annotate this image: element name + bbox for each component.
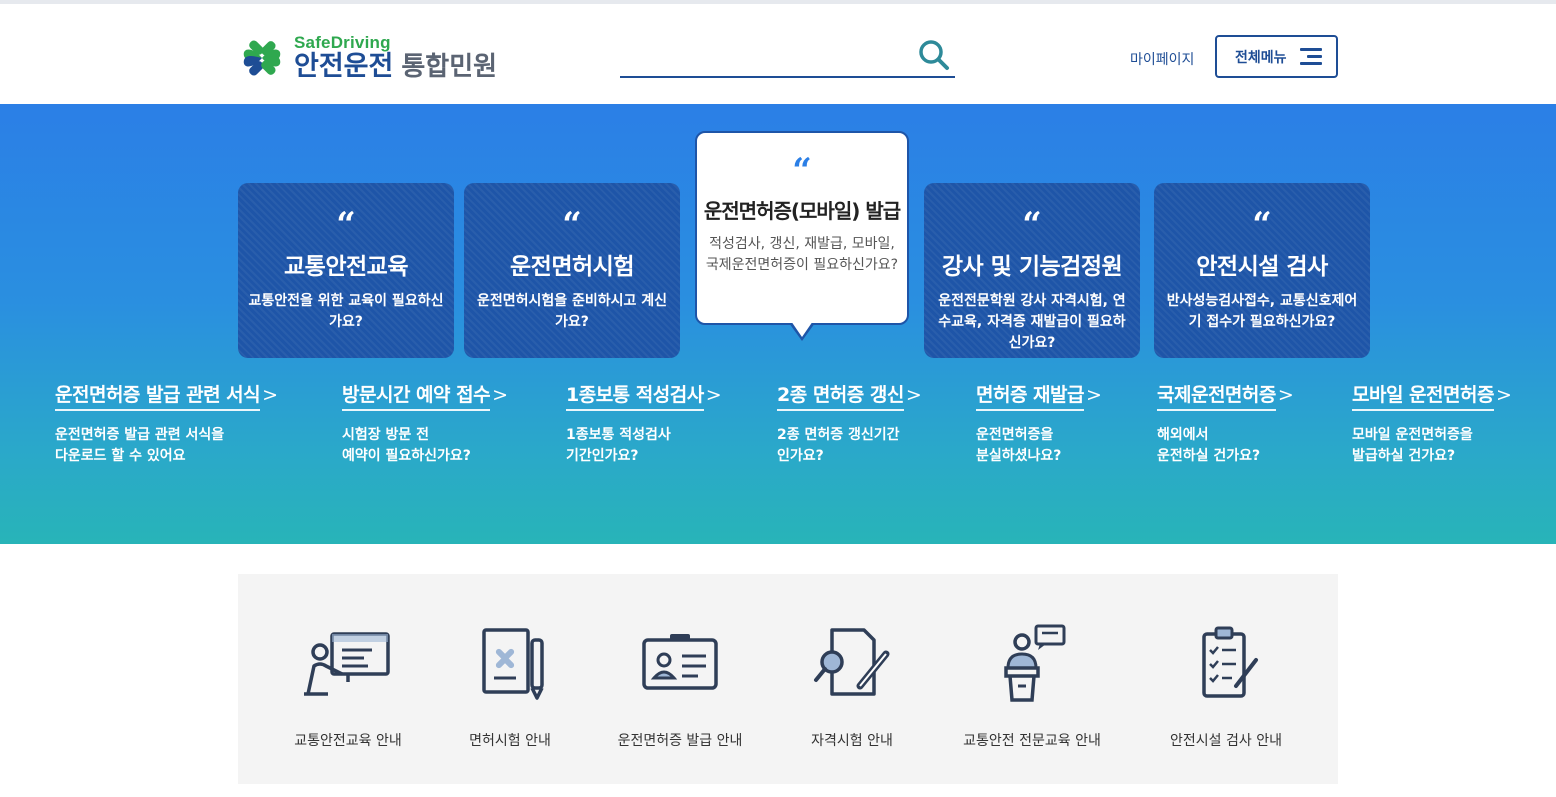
quicklink-desc: 운전면허증을분실하셨나요? — [976, 425, 1102, 467]
quicklink-desc-line: 운전하실 건가요? — [1157, 448, 1261, 464]
quicklink-visit-reservation[interactable]: 방문시간 예약 접수 > 시험장 방문 전예약이 필요하신가요? — [342, 380, 508, 467]
quicklink-title: 2종 면허증 갱신 — [777, 380, 904, 411]
quicklink-desc-line: 예약이 필요하신가요? — [342, 448, 471, 464]
quicklink-desc-line: 해외에서 — [1157, 427, 1209, 443]
quicklink-aptitude-test[interactable]: 1종보통 적성검사 > 1종보통 적성검사 기간인가요? — [566, 380, 722, 467]
quicklink-desc-line: 발급하실 건가요? — [1352, 448, 1456, 464]
quicklink-desc-line: 1종보통 적성검사 — [566, 427, 671, 443]
card-safety-facility[interactable]: “ 안전시설 검사 반사성능검사접수, 교통신호제어기 접수가 필요하신가요? — [1154, 183, 1370, 358]
quicklink-title: 국제운전면허증 — [1157, 380, 1276, 411]
service-label: 교통안전 전문교육 안내 — [963, 733, 1101, 749]
service-expert-education[interactable]: 교통안전 전문교육 안내 — [942, 624, 1122, 750]
quicklink-mobile-license[interactable]: 모바일 운전면허증 > 모바일 운전면허증을발급하실 건가요? — [1352, 380, 1512, 467]
chevron-right-icon: > — [905, 384, 922, 406]
card-desc: 반사성능검사접수, 교통신호제어기 접수가 필요하신가요? — [1166, 293, 1358, 330]
quicklink-desc: 2종 면허증 갱신기간인가요? — [777, 425, 922, 467]
service-label: 면허시험 안내 — [469, 733, 551, 749]
all-menu-button[interactable]: 전체메뉴 — [1215, 35, 1338, 78]
service-guide-section: 교통안전교육 안내 면허시험 안내 운전면허증 발급 안내 자격시험 안내 교통… — [238, 574, 1338, 784]
search-input[interactable] — [620, 40, 910, 72]
card-title: 운전면허증(모바일) 발급 — [703, 199, 901, 223]
teacher-board-icon — [304, 632, 390, 696]
quicklink-desc-line: 다운로드 할 수 있어요 — [55, 448, 186, 464]
hamburger-icon — [1300, 48, 1322, 66]
service-label: 운전면허증 발급 안내 — [617, 733, 743, 749]
search-icon[interactable] — [917, 38, 951, 72]
quicklink-desc-line: 모바일 운전면허증을 — [1352, 427, 1473, 443]
quicklink-title: 운전면허증 발급 관련 서식 — [55, 380, 261, 411]
chevron-right-icon: > — [262, 384, 279, 406]
service-license-issue[interactable]: 운전면허증 발급 안내 — [590, 624, 770, 750]
quicklink-desc-line: 2종 면허증 갱신기간 — [777, 427, 900, 443]
speaker-podium-icon — [1004, 624, 1066, 702]
card-desc: 교통안전을 위한 교육이 필요하신가요? — [248, 293, 444, 330]
service-traffic-education[interactable]: 교통안전교육 안내 — [258, 624, 438, 750]
quote-icon: “ — [562, 205, 582, 245]
card-title: 안전시설 검사 — [1196, 254, 1328, 280]
mypage-link[interactable]: 마이페이지 — [1130, 49, 1194, 69]
quicklink-desc: 운전면허증 발급 관련 서식을다운로드 할 수 있어요 — [55, 425, 278, 467]
quicklink-desc-line: 운전면허증을 — [976, 427, 1054, 443]
site-header: SafeDriving 안전운전 통합민원 마이페이지 전체메뉴 — [0, 4, 1556, 104]
clipboard-checklist-icon — [1202, 626, 1258, 698]
logo-english: SafeDriving — [294, 33, 391, 52]
service-license-exam[interactable]: 면허시험 안내 — [420, 624, 600, 750]
quicklink-desc-line: 인가요? — [777, 448, 824, 464]
logo-text: SafeDriving 안전운전 통합민원 — [294, 33, 524, 83]
quicklink-reissue[interactable]: 면허증 재발급 > 운전면허증을분실하셨나요? — [976, 380, 1102, 467]
clover-logo-icon — [243, 40, 281, 76]
service-qualification-exam[interactable]: 자격시험 안내 — [762, 624, 942, 750]
quicklink-desc: 1종보통 적성검사기간인가요? — [566, 425, 722, 467]
chevron-right-icon: > — [1277, 384, 1294, 406]
quicklink-desc-line: 운전면허증 발급 관련 서식을 — [55, 427, 225, 443]
quicklink-title: 방문시간 예약 접수 — [342, 380, 491, 411]
service-label: 안전시설 검사 안내 — [1170, 733, 1282, 749]
quicklink-desc: 해외에서운전하실 건가요? — [1157, 425, 1294, 467]
quicklink-title: 면허증 재발급 — [976, 380, 1085, 411]
quote-icon: “ — [792, 151, 812, 191]
quicklink-title: 모바일 운전면허증 — [1352, 380, 1494, 411]
logo-subtitle: 통합민원 — [401, 52, 498, 82]
logo-korean: 안전운전 통합민원 — [294, 51, 524, 83]
quicklink-forms[interactable]: 운전면허증 발급 관련 서식 > 운전면허증 발급 관련 서식을다운로드 할 수 … — [55, 380, 278, 467]
quicklink-desc-line: 기간인가요? — [566, 448, 639, 464]
quote-icon: “ — [1252, 205, 1272, 245]
quicklink-desc-line: 시험장 방문 전 — [342, 427, 430, 443]
id-card-icon — [642, 634, 718, 690]
search-box — [620, 36, 955, 78]
card-traffic-education[interactable]: “ 교통안전교육 교통안전을 위한 교육이 필요하신가요? — [238, 183, 454, 358]
card-title: 강사 및 기능검정원 — [941, 254, 1123, 280]
quicklink-title: 1종보통 적성검사 — [566, 380, 704, 411]
document-pen-icon — [482, 628, 544, 700]
quicklink-desc: 시험장 방문 전예약이 필요하신가요? — [342, 425, 508, 467]
chevron-right-icon: > — [1495, 384, 1512, 406]
chevron-right-icon: > — [1086, 384, 1102, 406]
card-instructor[interactable]: “ 강사 및 기능검정원 운전전문학원 강사 자격시험, 연수교육, 자격증 재… — [924, 183, 1140, 358]
service-label: 자격시험 안내 — [811, 733, 893, 749]
chevron-right-icon: > — [705, 384, 722, 406]
chevron-right-icon: > — [492, 384, 508, 406]
quote-icon: “ — [336, 205, 356, 245]
quicklink-desc: 모바일 운전면허증을발급하실 건가요? — [1352, 425, 1512, 467]
hero-section: “ 교통안전교육 교통안전을 위한 교육이 필요하신가요? “ 운전면허시험 운… — [0, 104, 1556, 544]
service-safety-inspection[interactable]: 안전시설 검사 안내 — [1136, 624, 1316, 750]
service-label: 교통안전교육 안내 — [294, 733, 402, 749]
all-menu-label: 전체메뉴 — [1235, 49, 1287, 66]
quote-icon: “ — [1022, 205, 1042, 245]
quicklink-renewal[interactable]: 2종 면허증 갱신 > 2종 면허증 갱신기간인가요? — [777, 380, 922, 467]
card-license-issue[interactable]: “ 운전면허증(모바일) 발급 적성검사, 갱신, 재발급, 모바일, 국제운전… — [695, 131, 909, 341]
quicklink-desc-line: 분실하셨나요? — [976, 448, 1062, 464]
card-desc: 운전전문학원 강사 자격시험, 연수교육, 자격증 재발급이 필요하신가요? — [938, 293, 1126, 351]
card-desc: 운전면허시험을 준비하시고 계신가요? — [476, 293, 668, 330]
card-title: 교통안전교육 — [284, 254, 408, 280]
card-license-exam[interactable]: “ 운전면허시험 운전면허시험을 준비하시고 계신가요? — [464, 183, 680, 358]
card-desc: 적성검사, 갱신, 재발급, 모바일, 국제운전면허증이 필요하신가요? — [705, 236, 899, 273]
speech-tail — [789, 321, 815, 341]
card-title: 운전면허시험 — [510, 254, 634, 280]
logo-name: 안전운전 — [294, 51, 394, 82]
search-document-icon — [814, 628, 890, 696]
quicklink-international[interactable]: 국제운전면허증 > 해외에서운전하실 건가요? — [1157, 380, 1294, 467]
